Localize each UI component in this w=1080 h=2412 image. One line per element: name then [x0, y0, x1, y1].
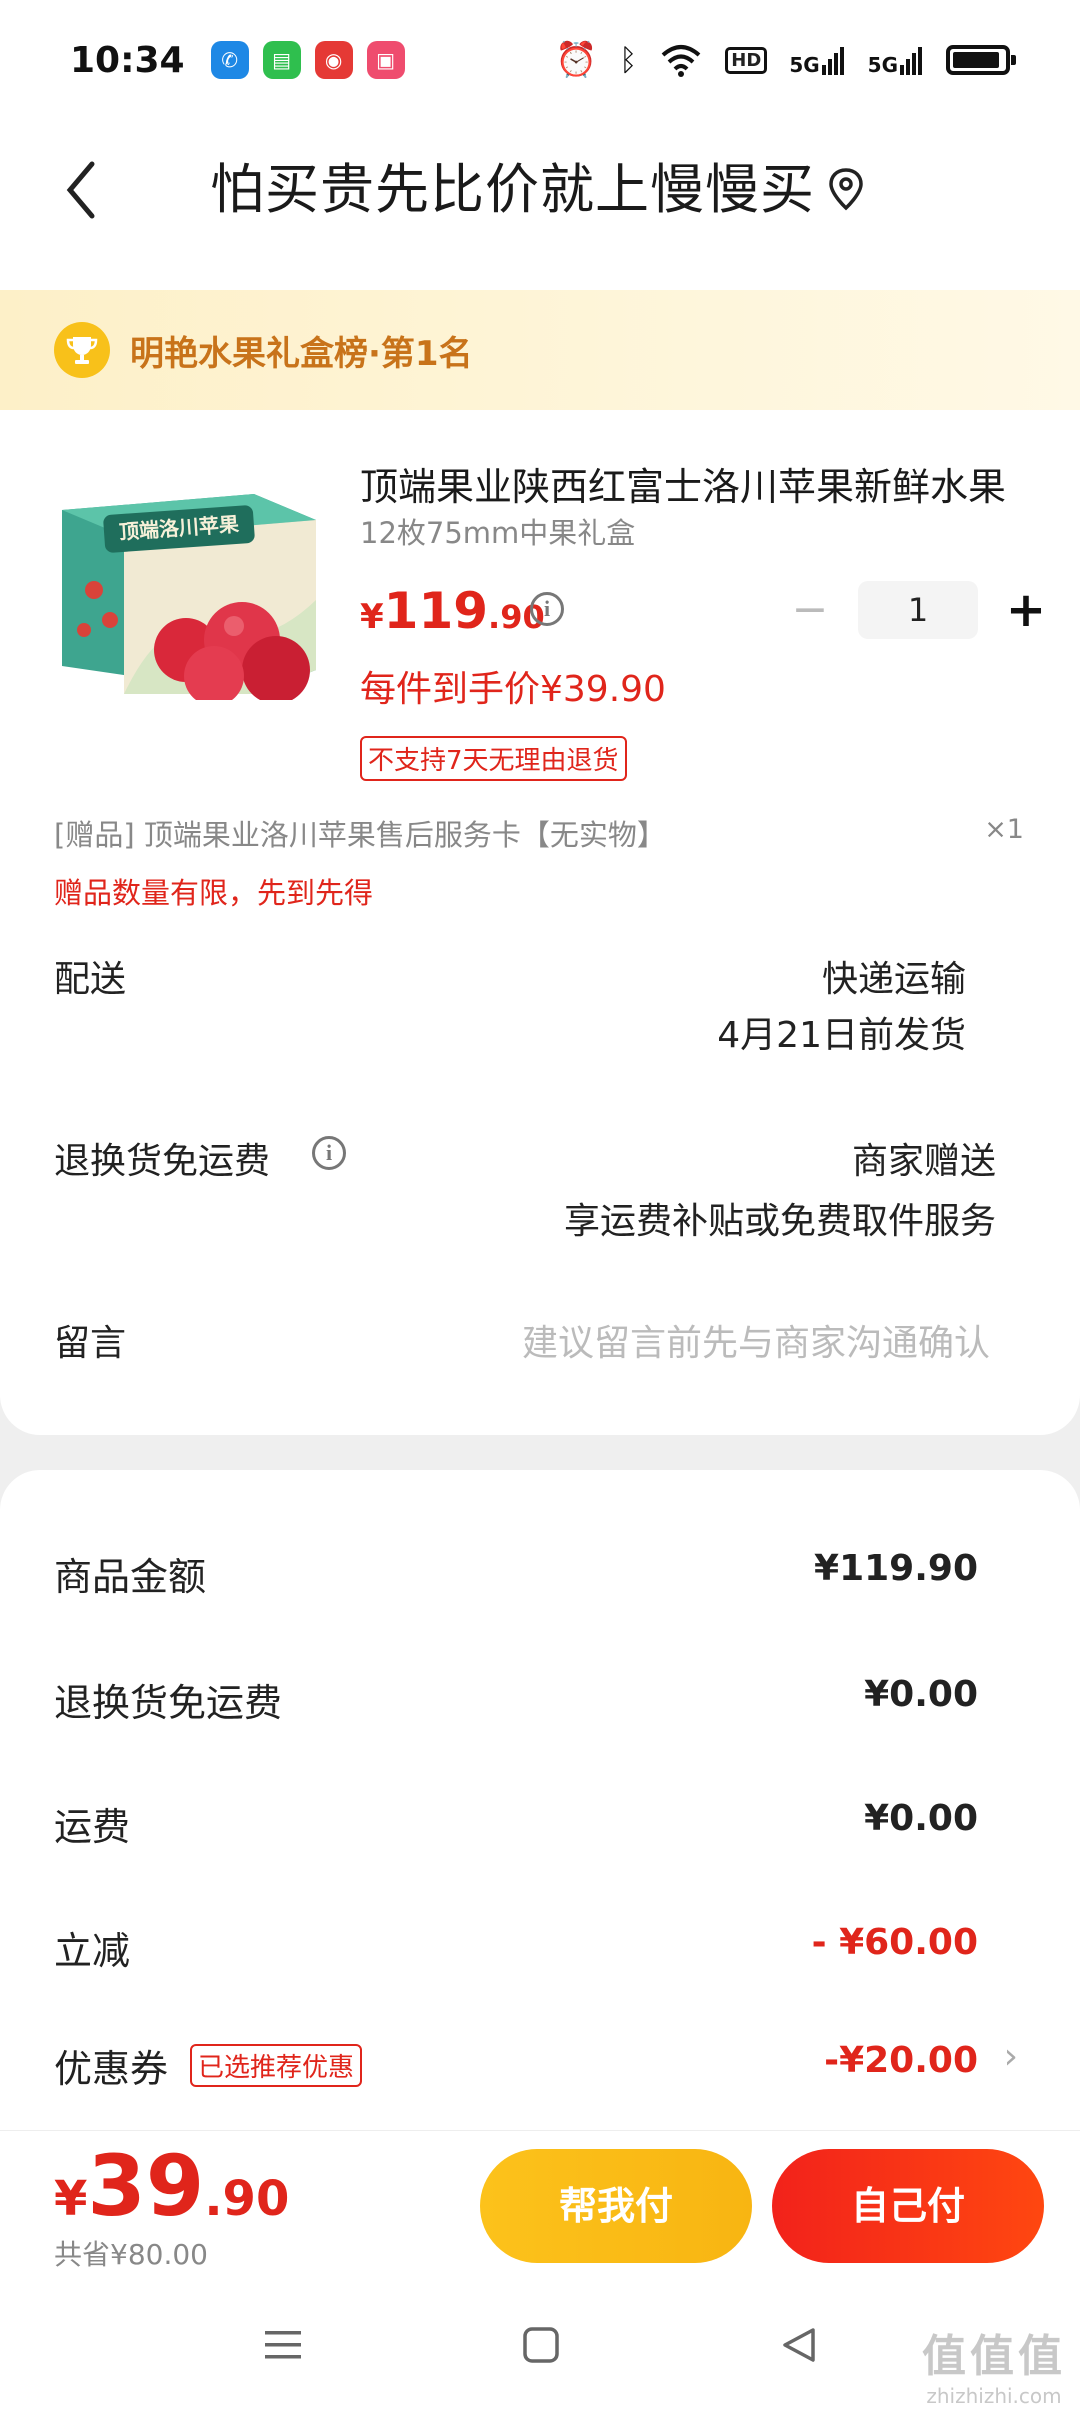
phone-app-icon: ✆ [210, 41, 249, 79]
return-shipping-detail: 享运费补贴或免费取件服务 [563, 1201, 996, 1242]
trophy-icon [54, 322, 110, 378]
back-triangle-icon[interactable] [764, 2310, 834, 2380]
help-pay-button[interactable]: 帮我付 [480, 2149, 752, 2263]
price-info-icon[interactable]: i [530, 592, 564, 626]
unit-price-text: 每件到手价¥39.90 [360, 669, 666, 710]
system-nav-bar [0, 2280, 1080, 2412]
return-shipping-value: 商家赠送 [851, 1141, 996, 1182]
quantity-input[interactable]: 1 [858, 581, 978, 639]
return-shipping-info-icon[interactable]: i [312, 1136, 346, 1170]
shipping-fee-label: 运费 [54, 1805, 131, 1849]
product-image[interactable]: 顶端洛川苹果 [54, 480, 324, 700]
self-pay-button[interactable]: 自己付 [772, 2149, 1044, 2263]
shipping-fee-value: ¥0.00 [864, 1798, 978, 1839]
home-icon[interactable] [506, 2310, 576, 2380]
hd-icon: HD [725, 46, 768, 74]
bluetooth-icon: ᛒ [619, 42, 638, 78]
return-shipping-label: 退换货免运费 [54, 1141, 271, 1182]
coupon-recommended-badge: 已选推荐优惠 [190, 2044, 363, 2087]
gift-tip-text: 赠品数量有限，先到先得 [54, 876, 374, 910]
battery-icon [946, 45, 1016, 75]
discount-value: - ¥60.00 [811, 1922, 978, 1963]
rank-text: 明艳水果礼盒榜·第1名 [130, 333, 473, 374]
goods-amount-label: 商品金额 [54, 1555, 207, 1599]
delivery-date: 4月21日前发货 [717, 1015, 966, 1056]
increase-quantity-button[interactable]: + [996, 580, 1056, 640]
status-time: 10:34 [70, 39, 185, 81]
product-price: ¥119.90 [360, 582, 545, 640]
watermark-url: zhizhizhi.com [926, 2384, 1062, 2408]
status-indicators: ⏰ ᛒ HD 5G 5G [554, 40, 1016, 80]
discount-label: 立减 [54, 1929, 131, 1973]
product-name[interactable]: 顶端果业陕西红富士洛川苹果新鲜水果 [360, 456, 1020, 511]
checkout-bar: ¥39.90 共省¥80.00 帮我付 自己付 [0, 2130, 1080, 2280]
return-fee-value: ¥0.00 [864, 1674, 978, 1715]
goods-amount-value: ¥119.90 [814, 1548, 978, 1589]
watermark-logo: 值值值 [922, 2331, 1066, 2382]
delivery-label: 配送 [54, 959, 127, 1000]
page-header: 怕买贵先比价就上慢慢买 [0, 120, 1080, 290]
coupon-app-icon: ▣ [366, 41, 405, 79]
status-bar: 10:34 ✆ ▤ ◉ ▣ ⏰ ᛒ HD 5G 5G [0, 0, 1080, 120]
wifi-icon [661, 45, 701, 77]
return-fee-label: 退换货免运费 [54, 1681, 283, 1725]
no-return-badge: 不支持7天无理由退货 [360, 736, 627, 781]
quantity-stepper: − 1 + [780, 580, 1056, 640]
chevron-right-icon[interactable]: › [1004, 2036, 1018, 2077]
signal-5g-icon-1: 5G [789, 45, 845, 75]
order-item-card: 顶端洛川苹果 顶端果业陕西红富士洛川苹果新鲜水果 12枚75mm中果礼盒 ¥11… [0, 410, 1080, 1435]
total-saved-text: 共省¥80.00 [54, 2238, 208, 2271]
back-arrow-icon[interactable] [56, 150, 116, 230]
menu-icon[interactable] [248, 2310, 318, 2380]
gift-item-text: [赠品] 顶端果业洛川苹果售后服务卡【无实物】 [54, 818, 666, 852]
watermark: 值值值 zhizhizhi.com [922, 2320, 1066, 2408]
total-price: ¥39.90 [54, 2137, 290, 2235]
rank-banner[interactable]: 明艳水果礼盒榜·第1名 [0, 290, 1080, 410]
shopping-app-icon: ◉ [314, 41, 353, 79]
price-summary-card: 商品金额 ¥119.90 退换货免运费 ¥0.00 运费 ¥0.00 立减 - … [0, 1470, 1080, 2130]
alarm-icon: ⏰ [554, 40, 598, 80]
message-input[interactable]: 建议留言前先与商家沟通确认 [522, 1314, 990, 1366]
signal-5g-icon-2: 5G [868, 45, 924, 75]
product-spec[interactable]: 12枚75mm中果礼盒 [360, 510, 635, 552]
decrease-quantity-button[interactable]: − [780, 580, 840, 640]
delivery-method: 快递运输 [821, 959, 966, 1000]
gift-item-quantity: ×1 [984, 814, 1024, 845]
status-app-icons: ✆ ▤ ◉ ▣ [210, 41, 405, 79]
coupon-label: 优惠券 [54, 2047, 169, 2091]
location-pin-icon[interactable] [826, 166, 866, 214]
page-title: 怕买贵先比价就上慢慢买 [210, 158, 815, 221]
coupon-value: -¥20.00 [824, 2040, 978, 2081]
message-app-icon: ▤ [262, 41, 301, 79]
message-label: 留言 [54, 1323, 127, 1364]
